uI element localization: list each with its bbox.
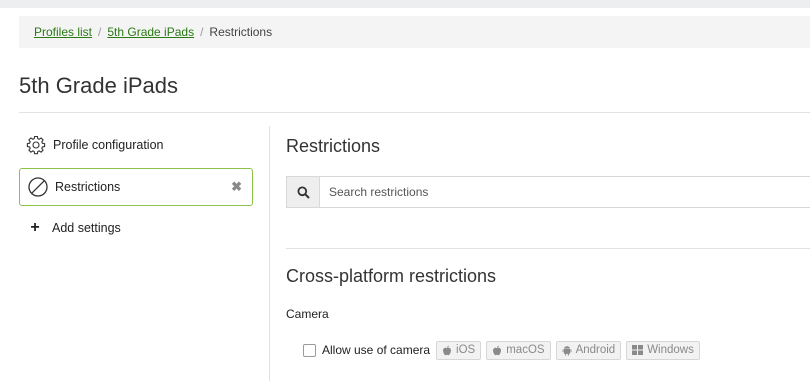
platform-tag-ios: iOS — [436, 340, 482, 360]
sidebar-item-restrictions[interactable]: Restrictions ✖ — [19, 168, 253, 206]
plus-icon: + — [30, 219, 40, 236]
windows-icon — [632, 345, 644, 355]
breadcrumb: Profiles list / 5th Grade iPads / Restri… — [19, 16, 810, 48]
add-settings-button[interactable]: + Add settings — [28, 217, 248, 239]
platform-label: iOS — [456, 344, 476, 356]
close-icon[interactable]: ✖ — [231, 179, 242, 195]
search-bar — [286, 176, 810, 208]
page-title: 5th Grade iPads — [19, 73, 178, 98]
android-icon — [562, 345, 572, 356]
search-input[interactable] — [320, 177, 810, 207]
platform-tag-macos: macOS — [486, 340, 551, 360]
allow-camera-checkbox[interactable] — [303, 343, 316, 357]
divider — [286, 248, 810, 249]
search-icon[interactable] — [287, 177, 320, 207]
breadcrumb-separator: / — [98, 25, 102, 39]
sidebar-item-label: Profile configuration — [53, 138, 164, 152]
top-strip — [0, 0, 810, 8]
breadcrumb-current: Restrictions — [209, 25, 273, 39]
breadcrumb-link-profile[interactable]: 5th Grade iPads — [107, 25, 194, 39]
sidebar-item-label: Add settings — [52, 221, 121, 235]
divider — [19, 112, 810, 113]
sidebar-item-label: Restrictions — [55, 180, 121, 194]
gear-icon — [24, 135, 48, 155]
sidebar-item-profile-configuration[interactable]: Profile configuration — [24, 134, 254, 156]
platform-label: Windows — [647, 344, 694, 356]
breadcrumb-link-profiles-list[interactable]: Profiles list — [34, 25, 92, 39]
restriction-option-camera: Allow use of camera iOS macOS Android Wi… — [303, 340, 705, 360]
option-label: Allow use of camera — [322, 343, 431, 357]
sidebar-divider — [269, 126, 270, 381]
apple-icon — [442, 345, 452, 356]
category-label: Camera — [286, 307, 329, 321]
breadcrumb-separator: / — [200, 25, 204, 39]
section-title: Restrictions — [286, 136, 381, 156]
section-subtitle: Cross-platform restrictions — [286, 266, 497, 286]
prohibit-icon — [26, 176, 50, 198]
platform-tag-windows: Windows — [626, 340, 700, 360]
platform-label: Android — [575, 344, 616, 356]
apple-icon — [492, 345, 502, 356]
platform-label: macOS — [506, 344, 545, 356]
platform-tag-android: Android — [555, 340, 622, 360]
